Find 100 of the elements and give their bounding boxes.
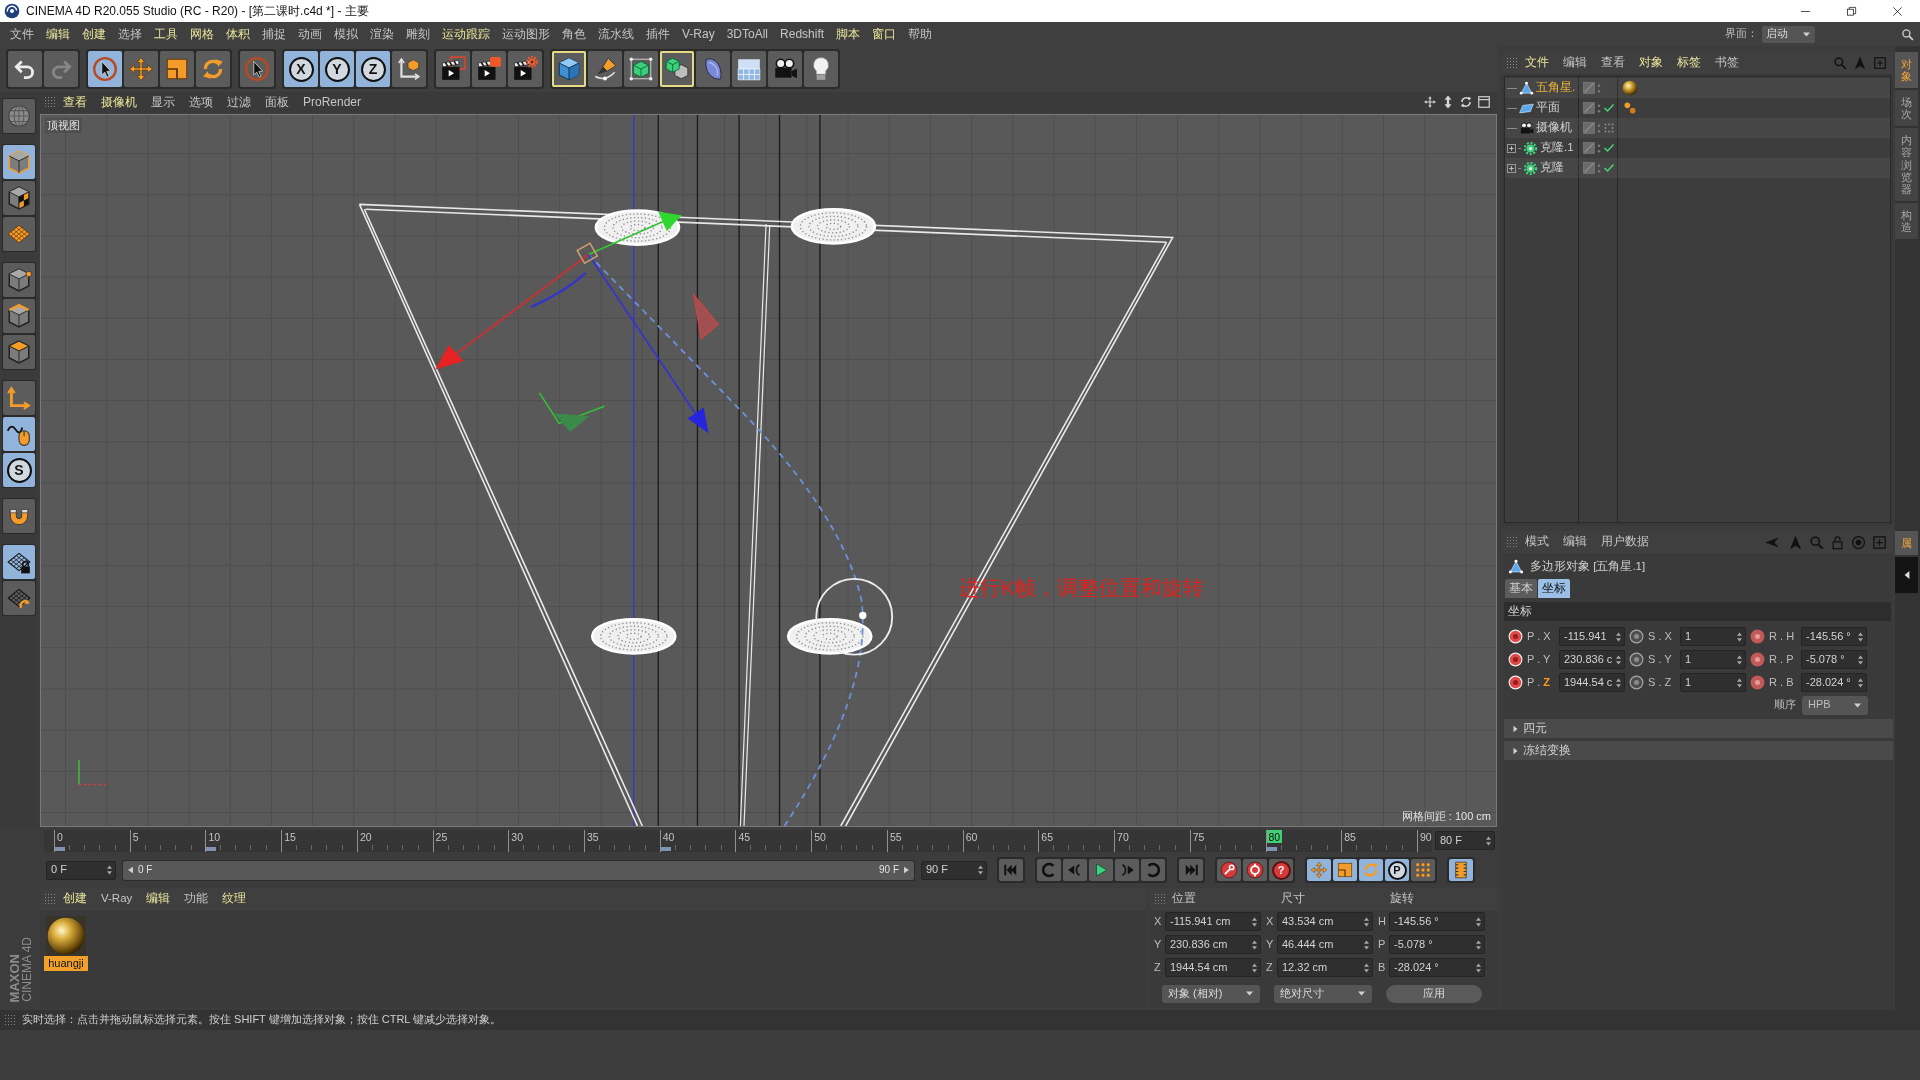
previous-key-button[interactable]	[1037, 859, 1061, 881]
visibility-dots-icon[interactable]	[1597, 122, 1601, 134]
menu-item[interactable]: 脚本	[830, 26, 867, 42]
recent-tool-button[interactable]	[240, 51, 274, 87]
undo-button[interactable]	[8, 51, 42, 87]
menu-item[interactable]: 帮助	[902, 26, 939, 42]
menu-item[interactable]: 工具	[148, 26, 184, 42]
side-tab[interactable]: 场次	[1895, 90, 1918, 127]
menu-item[interactable]: 过滤	[220, 94, 258, 110]
apply-button[interactable]: 应用	[1386, 984, 1482, 1003]
check-icon[interactable]	[1603, 102, 1615, 114]
keyframe-dot-icon[interactable]	[1750, 675, 1765, 690]
keyframe-selection-button[interactable]: ?	[1269, 859, 1293, 881]
object-row[interactable]: 摄像机	[1505, 118, 1890, 138]
menu-item[interactable]: V-Ray	[94, 892, 140, 906]
go-to-end-button[interactable]	[1179, 859, 1203, 881]
search-icon[interactable]	[1901, 27, 1914, 41]
visibility-dots-icon[interactable]	[1597, 82, 1601, 94]
keyframe-dot-icon[interactable]	[1629, 629, 1644, 644]
cube-button[interactable]	[552, 51, 586, 87]
menu-item[interactable]: 查看	[56, 94, 94, 110]
play-button[interactable]	[1089, 859, 1113, 881]
menu-item[interactable]: 创建	[56, 892, 94, 906]
move-tool-button[interactable]	[124, 51, 158, 87]
number-field[interactable]: 12.32 cm	[1277, 958, 1373, 977]
menu-item[interactable]: 文件	[1518, 56, 1556, 70]
keyframe-dot-icon[interactable]	[1750, 652, 1765, 667]
object-row[interactable]: 五角星.	[1505, 78, 1890, 98]
record-button[interactable]	[1217, 859, 1241, 881]
tab[interactable]: 基本	[1505, 579, 1537, 598]
polygons-mode-button[interactable]	[3, 335, 35, 369]
material-ball-icon[interactable]	[1622, 80, 1638, 96]
next-frame-button[interactable]	[1115, 859, 1139, 881]
render-view-button[interactable]	[436, 51, 470, 87]
scale-key-button[interactable]	[1333, 859, 1357, 881]
subdivision-button[interactable]	[624, 51, 658, 87]
side-tab[interactable]: 属	[1895, 531, 1918, 556]
object-name[interactable]: 平面	[1536, 101, 1560, 115]
autokey-button[interactable]	[1243, 859, 1267, 881]
menu-item[interactable]: 窗口	[866, 26, 903, 42]
menu-item[interactable]: ProRender	[296, 94, 369, 110]
axis-mode-button[interactable]	[3, 381, 35, 415]
object-name[interactable]: 克隆.1	[1540, 141, 1574, 155]
tweak-mode-button[interactable]	[3, 417, 35, 451]
go-to-start-button[interactable]	[999, 859, 1023, 881]
select-tool-button[interactable]	[88, 51, 122, 87]
number-field[interactable]: -28.024 °	[1801, 673, 1867, 692]
render-button[interactable]	[472, 51, 506, 87]
menu-item[interactable]: Redshift	[774, 26, 831, 42]
pan-arrows-icon[interactable]	[1423, 95, 1437, 109]
menu-item[interactable]: 插件	[640, 26, 676, 42]
point-key-button[interactable]	[1411, 859, 1435, 881]
panel-toggle-button[interactable]	[1895, 557, 1918, 594]
keyframe-dot-icon[interactable]	[1629, 652, 1644, 667]
check-icon[interactable]	[1603, 162, 1615, 174]
number-field[interactable]: 230.836 c	[1559, 650, 1625, 669]
number-field[interactable]: -145.56 °	[1389, 912, 1485, 931]
menu-item[interactable]: 运动跟踪	[436, 26, 496, 42]
side-tab[interactable]: 构造	[1895, 202, 1918, 240]
layout-dropdown[interactable]: 启动	[1762, 25, 1815, 43]
number-field[interactable]: -115.941	[1559, 627, 1625, 646]
material-label[interactable]: huangji	[44, 956, 88, 972]
visibility-dots-icon[interactable]	[1597, 162, 1601, 174]
visibility-dots-icon[interactable]	[1597, 142, 1601, 154]
menu-item[interactable]: 模式	[1518, 535, 1556, 549]
timeline-button[interactable]	[1449, 859, 1473, 881]
menu-item[interactable]: 查看	[1594, 56, 1632, 70]
dots-icon[interactable]	[1622, 100, 1638, 116]
object-row[interactable]: 克隆	[1505, 158, 1890, 178]
order-dropdown[interactable]: HPB	[1802, 695, 1868, 715]
next-key-button[interactable]	[1141, 859, 1165, 881]
axis-lock-button[interactable]: X	[284, 51, 318, 87]
render-settings-button[interactable]	[508, 51, 542, 87]
menu-item[interactable]: 运动图形	[496, 26, 556, 42]
edges-mode-button[interactable]	[3, 299, 35, 333]
number-field[interactable]: -5.078 °	[1389, 935, 1485, 954]
menu-item[interactable]: 流水线	[592, 26, 640, 42]
object-name[interactable]: 克隆	[1540, 161, 1564, 175]
magnet-button[interactable]	[3, 499, 35, 533]
menu-item[interactable]: 用户数据	[1594, 535, 1656, 549]
cloner-button[interactable]	[660, 51, 694, 87]
number-field[interactable]: 1944.54 cm	[1165, 958, 1261, 977]
model-mode-button[interactable]	[3, 99, 35, 133]
number-field[interactable]: 1	[1680, 627, 1746, 646]
frame-field[interactable]: 0 F	[46, 860, 116, 880]
workplane-lock-button[interactable]	[3, 545, 35, 579]
keyframe-dot-icon[interactable]	[1750, 629, 1765, 644]
menu-item[interactable]: 创建	[76, 26, 112, 42]
menu-item[interactable]: 角色	[556, 26, 592, 42]
coordinate-system-button[interactable]	[392, 51, 426, 87]
position-key-button[interactable]	[1307, 859, 1331, 881]
menu-item[interactable]: 显示	[144, 94, 182, 110]
number-field[interactable]: 43.534 cm	[1277, 912, 1373, 931]
number-field[interactable]: 1944.54 c	[1559, 673, 1625, 692]
visibility-dots-icon[interactable]	[1597, 102, 1601, 114]
object-row[interactable]: 克隆.1	[1505, 138, 1890, 158]
menu-item[interactable]: 对象	[1632, 56, 1670, 70]
object-row[interactable]: 平面	[1505, 98, 1890, 118]
menu-item[interactable]: 动画	[292, 26, 328, 42]
menu-item[interactable]: 纹理	[215, 892, 254, 906]
